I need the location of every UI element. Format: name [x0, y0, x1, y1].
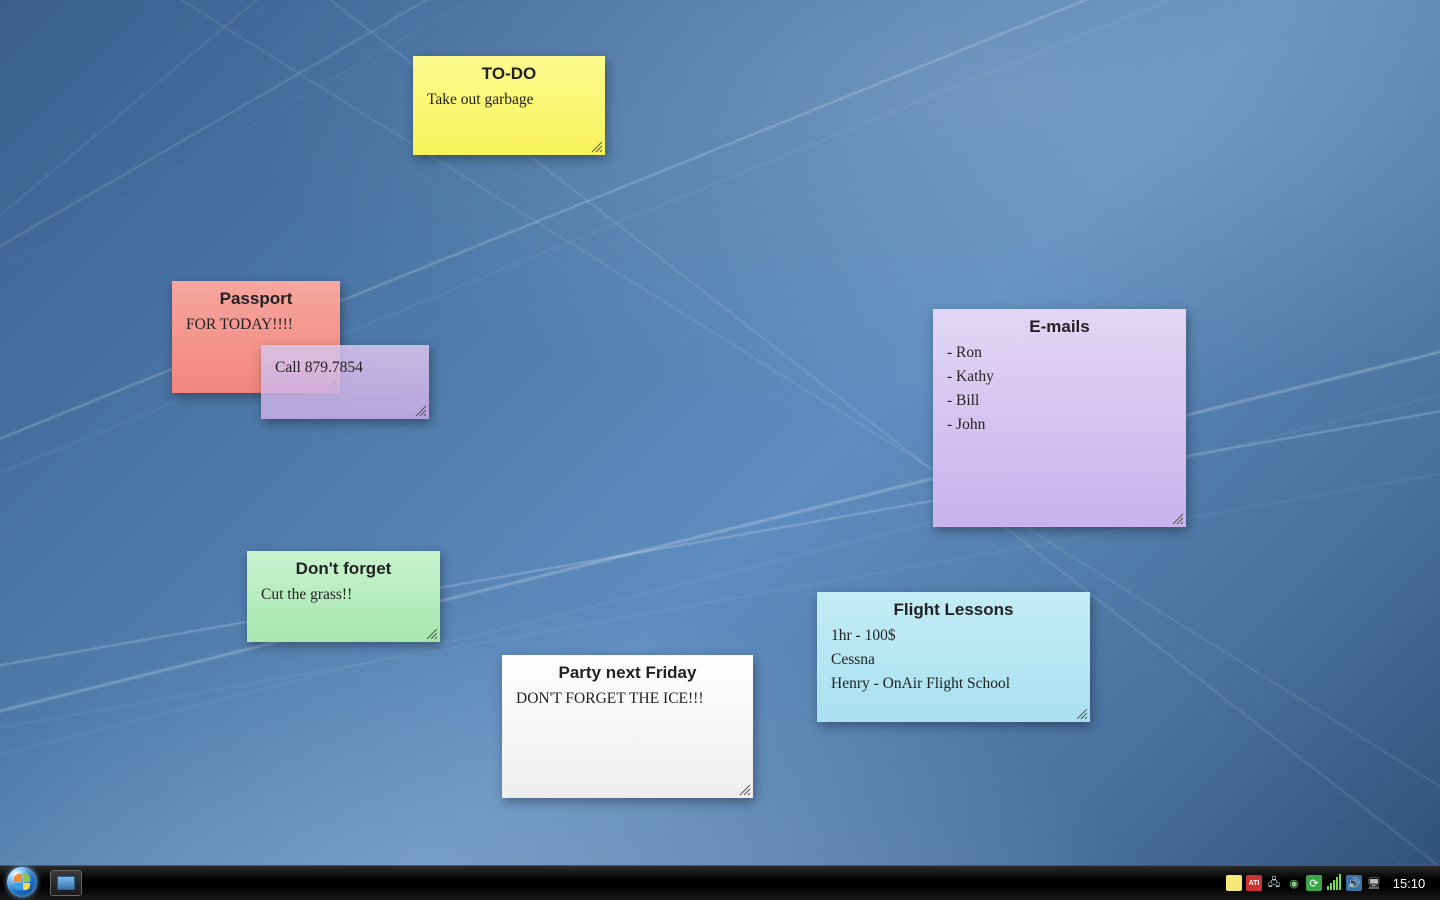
- network-tray-icon[interactable]: 🖧: [1266, 875, 1282, 891]
- taskbar-item-desktop[interactable]: [50, 870, 82, 896]
- note-title: TO-DO: [425, 61, 593, 88]
- note-body[interactable]: Call 879.7854: [273, 350, 417, 380]
- note-title: Flight Lessons: [829, 597, 1078, 624]
- sticky-note-emails[interactable]: E-mails- Ron - Kathy - Bill - John: [933, 309, 1186, 527]
- note-title: E-mails: [945, 314, 1174, 341]
- windows-orb-icon: [7, 867, 37, 897]
- resize-grip-icon[interactable]: [413, 403, 427, 417]
- sticky-note-party[interactable]: Party next FridayDON'T FORGET THE ICE!!!: [502, 655, 753, 798]
- note-body[interactable]: - Ron - Kathy - Bill - John: [945, 341, 1174, 437]
- sticky-note-flight[interactable]: Flight Lessons1hr - 100$ Cessna Henry - …: [817, 592, 1090, 722]
- note-body[interactable]: Take out garbage: [425, 88, 593, 112]
- resize-grip-icon[interactable]: [737, 782, 751, 796]
- shield-tray-icon[interactable]: ◉: [1286, 875, 1302, 891]
- note-body[interactable]: Cut the grass!!: [259, 583, 428, 607]
- resize-grip-icon[interactable]: [424, 626, 438, 640]
- taskbar-clock[interactable]: 15:10: [1386, 876, 1432, 891]
- system-tray: ATI🖧◉⟳ 🔊🖥 15:10: [1218, 866, 1440, 900]
- desktop-wallpaper[interactable]: TO-DOTake out garbage PassportFOR TODAY!!…: [0, 0, 1440, 900]
- note-tray-icon[interactable]: [1226, 875, 1242, 891]
- sync-tray-icon[interactable]: ⟳: [1306, 875, 1322, 891]
- resize-grip-icon[interactable]: [1170, 511, 1184, 525]
- monitor-tray-icon[interactable]: 🖥: [1366, 875, 1382, 891]
- note-body[interactable]: DON'T FORGET THE ICE!!!: [514, 687, 741, 711]
- sticky-note-todo[interactable]: TO-DOTake out garbage: [413, 56, 605, 155]
- note-body[interactable]: FOR TODAY!!!!: [184, 313, 328, 337]
- sticky-note-dontforget[interactable]: Don't forgetCut the grass!!: [247, 551, 440, 642]
- note-body[interactable]: 1hr - 100$ Cessna Henry - OnAir Flight S…: [829, 624, 1078, 696]
- note-title: Don't forget: [259, 556, 428, 583]
- note-title: Passport: [184, 286, 328, 313]
- resize-grip-icon[interactable]: [1074, 706, 1088, 720]
- taskbar: ATI🖧◉⟳ 🔊🖥 15:10: [0, 865, 1440, 900]
- ati-tray-icon[interactable]: ATI: [1246, 875, 1262, 891]
- resize-grip-icon[interactable]: [589, 139, 603, 153]
- signal-tray-icon[interactable]: [1326, 875, 1342, 891]
- note-title: Party next Friday: [514, 660, 741, 687]
- volume-tray-icon[interactable]: 🔊: [1346, 875, 1362, 891]
- start-button[interactable]: [0, 866, 44, 900]
- sticky-note-call[interactable]: Call 879.7854: [261, 345, 429, 419]
- show-desktop-icon: [57, 876, 75, 890]
